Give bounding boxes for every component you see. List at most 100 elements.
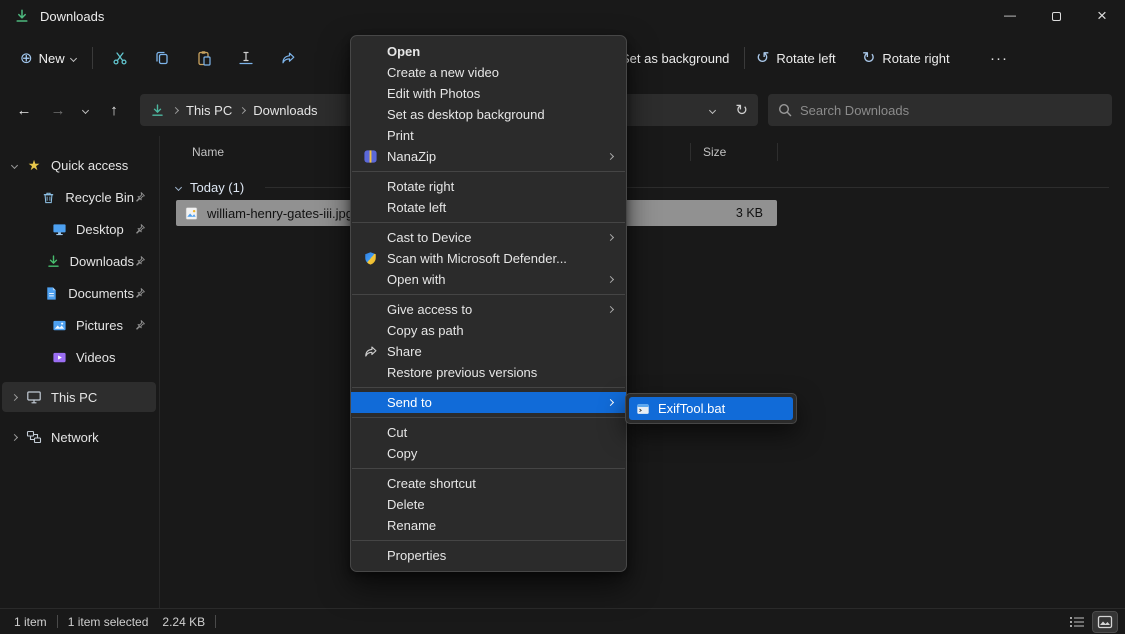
share-button[interactable] bbox=[267, 41, 309, 75]
sidebar-item-label: Documents bbox=[68, 286, 134, 301]
menu-item-print[interactable]: Print bbox=[351, 125, 626, 146]
column-divider[interactable] bbox=[777, 143, 778, 161]
sidebar-item-label: Quick access bbox=[51, 158, 128, 173]
chevron-down-icon[interactable] bbox=[175, 183, 182, 190]
column-header-size[interactable]: Size bbox=[703, 145, 726, 159]
sidebar-item-videos[interactable]: Videos bbox=[2, 342, 156, 372]
up-icon: ↑ bbox=[110, 102, 118, 119]
cut-button[interactable] bbox=[99, 41, 141, 75]
new-button-label: New bbox=[39, 51, 65, 66]
defender-shield-icon bbox=[363, 251, 378, 266]
rename-button[interactable] bbox=[225, 41, 267, 75]
rotate-right-button[interactable]: ↻ Rotate right bbox=[854, 41, 958, 75]
sidebar-item-network[interactable]: Network bbox=[2, 422, 156, 452]
menu-item-open[interactable]: Open bbox=[351, 41, 626, 62]
sidebar-item-documents[interactable]: Documents bbox=[2, 278, 156, 308]
thumbnails-view-button[interactable] bbox=[1093, 612, 1117, 632]
explorer-window: Downloads — × ⊕ New bbox=[0, 0, 1125, 634]
submenu-arrow-icon bbox=[607, 399, 614, 406]
pictures-icon bbox=[52, 318, 67, 333]
rotate-right-icon: ↻ bbox=[862, 48, 875, 68]
menu-item-cut[interactable]: Cut bbox=[351, 422, 626, 443]
sidebar-item-pictures[interactable]: Pictures bbox=[2, 310, 156, 340]
copy-button[interactable] bbox=[141, 41, 183, 75]
details-view-button[interactable] bbox=[1065, 612, 1089, 632]
file-name: william-henry-gates-iii.jpg bbox=[207, 206, 353, 221]
downloads-location-icon bbox=[150, 103, 165, 118]
menu-item-copy[interactable]: Copy bbox=[351, 443, 626, 464]
menu-item-properties[interactable]: Properties bbox=[351, 545, 626, 566]
back-icon: ← bbox=[17, 102, 32, 119]
forward-button[interactable]: → bbox=[42, 94, 74, 126]
recent-locations-button[interactable] bbox=[74, 94, 96, 126]
nanazip-icon bbox=[363, 149, 378, 164]
menu-item-restore-previous-versions[interactable]: Restore previous versions bbox=[351, 362, 626, 383]
menu-separator bbox=[352, 417, 625, 418]
breadcrumb-downloads[interactable]: Downloads bbox=[253, 103, 317, 118]
maximize-button[interactable] bbox=[1033, 0, 1079, 32]
menu-item-share[interactable]: Share bbox=[351, 341, 626, 362]
up-button[interactable]: ↑ bbox=[98, 94, 130, 126]
menu-item-create-a-new-video[interactable]: Create a new video bbox=[351, 62, 626, 83]
submenu-item-label: ExifTool.bat bbox=[658, 401, 725, 416]
thumbnails-view-icon bbox=[1097, 615, 1113, 629]
breadcrumb-this-pc[interactable]: This PC bbox=[186, 103, 232, 118]
more-options-button[interactable]: ··· bbox=[980, 41, 1018, 75]
new-button[interactable]: ⊕ New bbox=[10, 41, 86, 75]
menu-item-copy-as-path[interactable]: Copy as path bbox=[351, 320, 626, 341]
chevron-down-icon bbox=[81, 106, 88, 113]
column-divider[interactable] bbox=[690, 143, 691, 161]
column-header-name[interactable]: Name bbox=[192, 145, 224, 159]
group-header-today[interactable]: Today (1) bbox=[176, 174, 1109, 200]
chevron-down-icon[interactable] bbox=[10, 161, 17, 168]
menu-item-rotate-right[interactable]: Rotate right bbox=[351, 176, 626, 197]
sidebar-item-downloads[interactable]: Downloads bbox=[2, 246, 156, 276]
context-menu: Open Create a new video Edit with Photos… bbox=[350, 35, 627, 572]
refresh-button[interactable]: ↻ bbox=[735, 101, 748, 119]
send-to-submenu: ExifTool.bat bbox=[625, 393, 797, 424]
documents-icon bbox=[44, 286, 59, 301]
menu-item-set-as-desktop-background[interactable]: Set as desktop background bbox=[351, 104, 626, 125]
menu-item-nanazip[interactable]: NanaZip bbox=[351, 146, 626, 167]
selection-size: 2.24 KB bbox=[162, 615, 205, 629]
toolbar-divider bbox=[744, 47, 745, 69]
minimize-button[interactable]: — bbox=[987, 0, 1033, 32]
rotate-left-button[interactable]: ↺ Rotate left bbox=[748, 41, 844, 75]
paste-button[interactable] bbox=[183, 41, 225, 75]
window-title: Downloads bbox=[40, 9, 104, 24]
item-count: 1 item bbox=[14, 615, 47, 629]
search-input[interactable] bbox=[800, 103, 1102, 118]
menu-item-send-to[interactable]: Send to bbox=[351, 392, 626, 413]
chevron-right-icon bbox=[172, 106, 179, 113]
menu-item-delete[interactable]: Delete bbox=[351, 494, 626, 515]
menu-item-scan-with-microsoft-defender[interactable]: Scan with Microsoft Defender... bbox=[351, 248, 626, 269]
menu-item-rotate-left[interactable]: Rotate left bbox=[351, 197, 626, 218]
menu-separator bbox=[352, 387, 625, 388]
chevron-right-icon[interactable] bbox=[10, 433, 17, 440]
back-button[interactable]: ← bbox=[8, 94, 40, 126]
chevron-right-icon[interactable] bbox=[10, 393, 17, 400]
file-list-pane: Name Size Today (1) william-henry-gates-… bbox=[160, 136, 1125, 608]
menu-item-rename[interactable]: Rename bbox=[351, 515, 626, 536]
menu-item-edit-with-photos[interactable]: Edit with Photos bbox=[351, 83, 626, 104]
close-button[interactable]: × bbox=[1079, 0, 1125, 32]
submenu-item-exiftool-bat[interactable]: ExifTool.bat bbox=[629, 397, 793, 420]
sidebar-item-this-pc[interactable]: This PC bbox=[2, 382, 156, 412]
sidebar-item-desktop[interactable]: Desktop bbox=[2, 214, 156, 244]
sidebar-item-recycle-bin[interactable]: Recycle Bin bbox=[2, 182, 156, 212]
sidebar-item-label: This PC bbox=[51, 390, 97, 405]
sidebar-item-quick-access[interactable]: ★ Quick access bbox=[2, 150, 156, 180]
downloads-icon bbox=[46, 254, 61, 269]
chevron-down-icon bbox=[70, 54, 77, 61]
menu-item-give-access-to[interactable]: Give access to bbox=[351, 299, 626, 320]
network-icon bbox=[26, 429, 42, 445]
menu-separator bbox=[352, 222, 625, 223]
menu-item-cast-to-device[interactable]: Cast to Device bbox=[351, 227, 626, 248]
address-dropdown-chevron[interactable] bbox=[709, 106, 716, 113]
search-box[interactable] bbox=[768, 94, 1112, 126]
details-view-icon bbox=[1069, 615, 1085, 629]
menu-item-create-shortcut[interactable]: Create shortcut bbox=[351, 473, 626, 494]
menu-item-open-with[interactable]: Open with bbox=[351, 269, 626, 290]
paste-icon bbox=[196, 50, 212, 66]
jpg-file-icon bbox=[184, 206, 199, 221]
